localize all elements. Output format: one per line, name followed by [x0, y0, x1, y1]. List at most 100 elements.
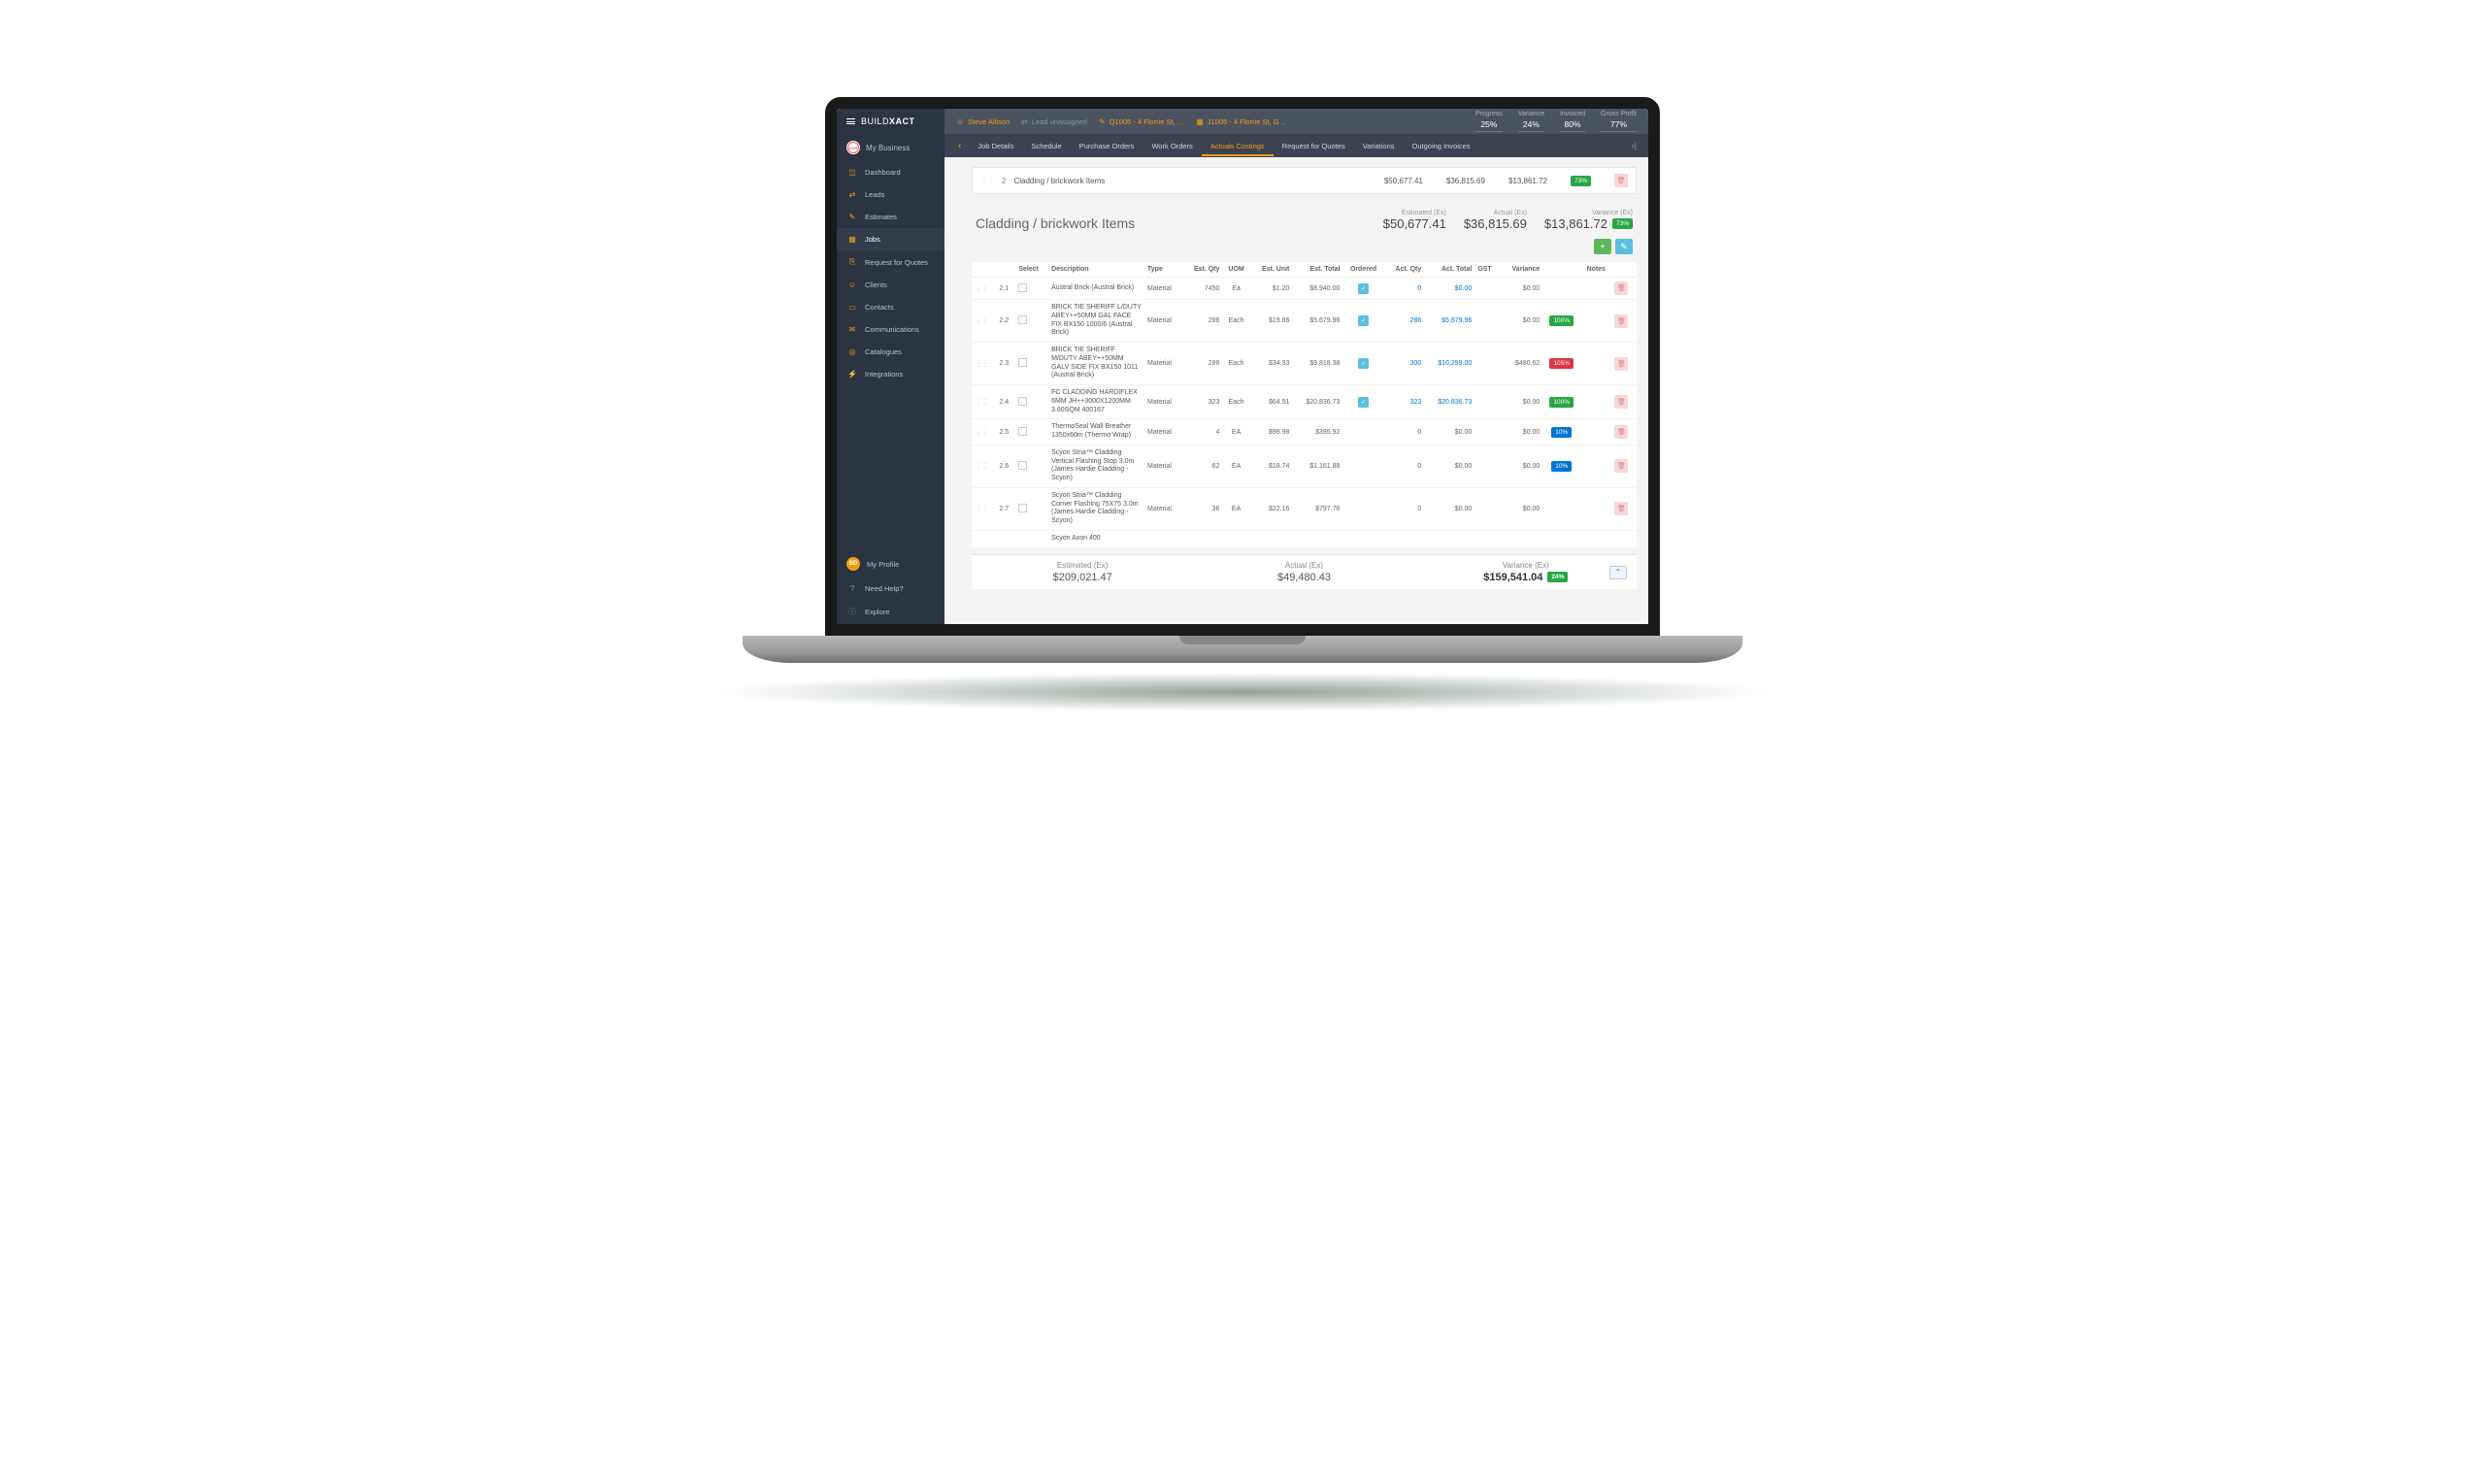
- act-total[interactable]: $0.00: [1455, 285, 1473, 292]
- act-qty[interactable]: 0: [1417, 285, 1421, 292]
- act-amount: $36,815.69: [1464, 216, 1527, 231]
- category-title: Cladding / brickwork Items: [1013, 177, 1105, 185]
- sidebar-item-integrations[interactable]: ⚡Integrations: [837, 363, 944, 385]
- est-label: Estimated (Ex): [1383, 210, 1446, 216]
- stat-label: Gross Profit: [1601, 111, 1637, 117]
- footer-var-badge: 24%: [1547, 572, 1568, 582]
- ordered-check-icon[interactable]: ✓: [1358, 315, 1369, 326]
- my-business-label: My Business: [866, 144, 910, 152]
- collapse-icon[interactable]: ⌃: [1609, 566, 1627, 579]
- nav-label: Request for Quotes: [865, 258, 928, 267]
- sidebar-item-need-help-[interactable]: ?Need Help?: [837, 577, 944, 600]
- delete-row-button[interactable]: 🗑: [1614, 281, 1628, 295]
- footer-est: $209,021.47: [972, 572, 1193, 583]
- ordered-check-icon[interactable]: ✓: [1358, 358, 1369, 369]
- act-qty[interactable]: 323: [1410, 399, 1422, 406]
- edit-item-button[interactable]: ✎: [1615, 239, 1633, 254]
- act-total: $0.00: [1455, 429, 1473, 436]
- nav-main: ◫Dashboard⇄Leads✎Estimates▦Jobs⎘Request …: [837, 161, 944, 385]
- tab-purchase-orders[interactable]: Purchase Orders: [1071, 136, 1143, 156]
- sidebar-item-dashboard[interactable]: ◫Dashboard: [837, 161, 944, 183]
- footer-var: $159,541.04: [1483, 572, 1542, 583]
- sidebar-item-catalogues[interactable]: ◎Catalogues: [837, 341, 944, 363]
- tab-outgoing-invoices[interactable]: Outgoing Invoices: [1404, 136, 1479, 156]
- ordered-check-icon[interactable]: ✓: [1358, 283, 1369, 294]
- sidebar-item-estimates[interactable]: ✎Estimates: [837, 206, 944, 228]
- tab-variations[interactable]: Variations: [1354, 136, 1404, 156]
- content: ⋮⋮ 2 Cladding / brickwork Items $50,677.…: [944, 157, 1648, 624]
- nav-label: Catalogues: [865, 347, 902, 356]
- drag-handle-icon[interactable]: ⋮⋮: [975, 316, 988, 325]
- crumb-icon: ⇄: [1021, 117, 1028, 126]
- nav-icon: ✉: [846, 325, 858, 334]
- var-badge: 73%: [1612, 218, 1633, 229]
- crumb-icon: ▦: [1196, 117, 1204, 126]
- category-actual: $36,815.69: [1446, 177, 1485, 185]
- tab-schedule[interactable]: Schedule: [1022, 136, 1070, 156]
- act-qty: 0: [1417, 429, 1421, 436]
- drag-handle-icon[interactable]: ⋮⋮: [975, 462, 988, 471]
- drag-handle-icon[interactable]: ⋮⋮: [975, 359, 988, 368]
- tab-request-for-quotes[interactable]: Request for Quotes: [1274, 136, 1354, 156]
- sidebar-item-clients[interactable]: ☺Clients: [837, 274, 944, 296]
- delete-row-button[interactable]: 🗑: [1614, 357, 1628, 371]
- tab-work-orders[interactable]: Work Orders: [1143, 136, 1201, 156]
- drag-handle-icon[interactable]: ⋮⋮: [975, 398, 988, 407]
- delete-row-button[interactable]: 🗑: [1614, 425, 1628, 439]
- drag-handle-icon[interactable]: ⋮⋮: [980, 177, 994, 185]
- breadcrumb[interactable]: ✎Q1005 - 4 Florrie St, …: [1099, 117, 1184, 126]
- act-total[interactable]: $20,836.73: [1438, 399, 1472, 406]
- select-checkbox[interactable]: [1018, 315, 1027, 324]
- brand-text-b: XACT: [889, 116, 915, 126]
- drag-handle-icon[interactable]: ⋮⋮: [975, 428, 988, 437]
- select-checkbox[interactable]: [1018, 358, 1027, 367]
- back-chevron-icon[interactable]: ‹: [952, 141, 967, 151]
- act-qty[interactable]: 300: [1410, 360, 1422, 367]
- delete-category-button[interactable]: 🗑: [1614, 174, 1628, 187]
- sidebar-item-contacts[interactable]: ▭Contacts: [837, 296, 944, 318]
- sidebar-item-communications[interactable]: ✉Communications: [837, 318, 944, 341]
- footer-act-label: Actual (Ex): [1193, 561, 1414, 570]
- drag-handle-icon[interactable]: ⋮⋮: [975, 284, 988, 293]
- act-total[interactable]: $10,299.00: [1438, 360, 1472, 367]
- act-qty[interactable]: 286: [1410, 317, 1422, 324]
- variance-badge: 100%: [1549, 315, 1574, 326]
- select-checkbox[interactable]: [1018, 504, 1027, 512]
- delete-row-button[interactable]: 🗑: [1614, 459, 1628, 473]
- drag-handle-icon[interactable]: ⋮⋮: [975, 505, 988, 513]
- sidebar-item-leads[interactable]: ⇄Leads: [837, 183, 944, 206]
- act-total[interactable]: $5,679.96: [1441, 317, 1472, 324]
- footer-act: $49,480.43: [1193, 572, 1414, 583]
- variance-badge: 10%: [1551, 427, 1572, 438]
- forward-chevron-icon[interactable]: ›|: [1628, 141, 1640, 150]
- col-header: [996, 262, 1015, 278]
- sidebar-item-request-for-quotes[interactable]: ⎘Request for Quotes: [837, 250, 944, 274]
- ordered-check-icon[interactable]: ✓: [1358, 397, 1369, 408]
- breadcrumb[interactable]: ☺Steve Allison: [956, 117, 1010, 126]
- my-business[interactable]: LOG My Business: [837, 134, 944, 161]
- delete-row-button[interactable]: 🗑: [1614, 314, 1628, 328]
- menu-icon[interactable]: [846, 118, 855, 124]
- sidebar-item-jobs[interactable]: ▦Jobs: [837, 228, 944, 250]
- select-checkbox[interactable]: [1018, 427, 1027, 436]
- sidebar-item-my-profile[interactable]: BDMy Profile: [837, 550, 944, 577]
- breadcrumb[interactable]: ▦J1005 - 4 Florrie St, G…: [1196, 117, 1286, 126]
- breadcrumb[interactable]: ⇄Lead unassigned: [1021, 117, 1087, 126]
- delete-row-button[interactable]: 🗑: [1614, 395, 1628, 409]
- col-header: Description: [1048, 262, 1144, 278]
- tab-job-details[interactable]: Job Details: [969, 136, 1022, 156]
- nav-label: Leads: [865, 190, 884, 199]
- add-item-button[interactable]: +: [1594, 239, 1611, 254]
- tab-actuals-costings[interactable]: Actuals Costings: [1202, 136, 1274, 156]
- select-checkbox[interactable]: [1018, 283, 1027, 292]
- brand-text-a: BUILD: [861, 116, 889, 126]
- var-amount: $13,861.72: [1544, 216, 1607, 231]
- category-row[interactable]: ⋮⋮ 2 Cladding / brickwork Items $50,677.…: [972, 167, 1637, 194]
- select-checkbox[interactable]: [1018, 461, 1027, 470]
- sidebar-item-explore[interactable]: ⓘExplore: [837, 600, 944, 624]
- nav-label: My Profile: [867, 560, 899, 569]
- category-variance: $13,861.72: [1508, 177, 1547, 185]
- select-checkbox[interactable]: [1018, 397, 1027, 406]
- footer-est-label: Estimated (Ex): [972, 561, 1193, 570]
- delete-row-button[interactable]: 🗑: [1614, 502, 1628, 515]
